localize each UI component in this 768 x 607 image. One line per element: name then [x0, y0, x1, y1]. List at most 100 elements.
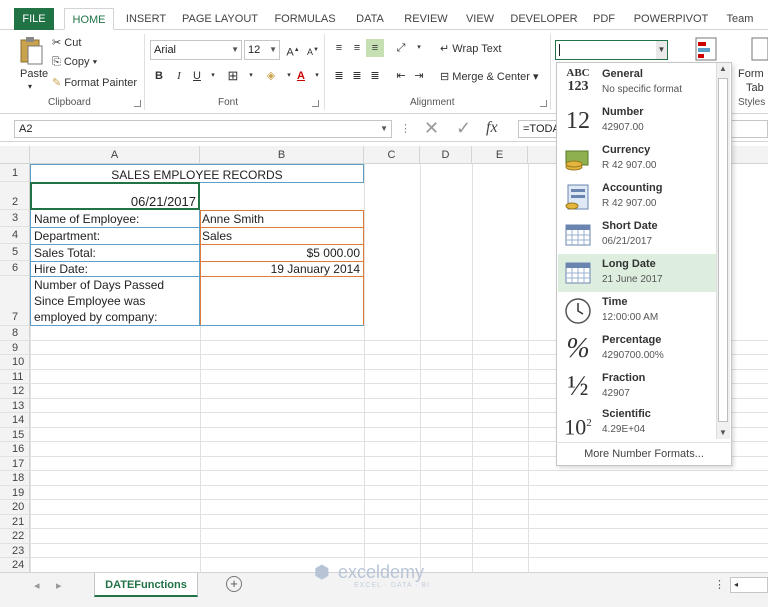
clipboard-launcher-icon[interactable]: [134, 100, 141, 107]
format-general[interactable]: ABC 123 General No specific format: [558, 64, 716, 102]
sheet-tab-datefunctions[interactable]: DATEFunctions: [94, 573, 198, 597]
format-long-date[interactable]: Long Date 21 June 2017: [558, 254, 716, 292]
row-header[interactable]: 12: [0, 384, 30, 399]
borders-icon[interactable]: ⊞: [224, 67, 242, 85]
cell-a4[interactable]: Department:: [32, 229, 198, 243]
name-box-chevron-icon[interactable]: ▼: [380, 121, 388, 137]
cell-a5[interactable]: Sales Total:: [32, 246, 198, 260]
row-header[interactable]: 21: [0, 514, 30, 529]
format-percentage[interactable]: % Percentage 4290700.00%: [558, 330, 716, 368]
format-button-partial[interactable]: Form: [738, 68, 764, 80]
row-header[interactable]: 23: [0, 543, 30, 558]
row-header[interactable]: 5: [0, 244, 30, 261]
underline-chevron-icon[interactable]: ▾: [204, 67, 222, 85]
scroll-down-icon[interactable]: ▼: [719, 428, 727, 437]
column-header-d[interactable]: D: [420, 146, 472, 164]
merge-center-button[interactable]: ⊟ Merge & Center ▾: [440, 70, 539, 83]
row-header[interactable]: 19: [0, 485, 30, 500]
row-header[interactable]: 17: [0, 456, 30, 471]
paste-chevron-icon[interactable]: ▾: [28, 82, 32, 91]
cell-a6[interactable]: Hire Date:: [32, 262, 198, 276]
tab-home[interactable]: HOME: [64, 8, 114, 30]
name-box[interactable]: A2 ▼: [14, 120, 392, 138]
row-header[interactable]: 9: [0, 340, 30, 355]
cell-b3[interactable]: Anne Smith: [200, 212, 364, 226]
row-header[interactable]: 15: [0, 427, 30, 442]
format-short-date[interactable]: Short Date 06/21/2017: [558, 216, 716, 254]
row-header[interactable]: 1: [0, 164, 30, 182]
prev-sheet-icon[interactable]: ◂: [34, 579, 40, 592]
copy-button[interactable]: ⎘ Copy ▾: [52, 56, 97, 69]
number-format-dropdown-button[interactable]: ▼: [656, 41, 667, 59]
font-launcher-icon[interactable]: [312, 100, 319, 107]
row-header[interactable]: 10: [0, 355, 30, 370]
column-header-a[interactable]: A: [30, 146, 200, 164]
cell-a7-line3[interactable]: employed by company:: [32, 310, 198, 324]
row-header[interactable]: 20: [0, 500, 30, 515]
cancel-icon[interactable]: ✕: [424, 118, 439, 139]
format-accounting[interactable]: Accounting R 42 907.00: [558, 178, 716, 216]
increase-font-icon[interactable]: A▲: [284, 41, 302, 59]
row-header[interactable]: 13: [0, 398, 30, 413]
tab-data[interactable]: DATA: [350, 8, 390, 30]
more-number-formats-link[interactable]: More Number Formats...: [556, 442, 732, 464]
cell-b5[interactable]: $5 000.00: [200, 246, 362, 260]
tab-file[interactable]: FILE: [14, 8, 54, 30]
paste-icon[interactable]: [18, 36, 44, 66]
insert-function-icon[interactable]: fx: [486, 119, 498, 137]
align-right-icon[interactable]: ≣: [366, 67, 384, 85]
decrease-indent-icon[interactable]: ⇤: [392, 67, 410, 85]
decrease-font-icon[interactable]: A▼: [304, 41, 322, 59]
column-header-e[interactable]: E: [472, 146, 528, 164]
cell-b4[interactable]: Sales: [200, 229, 364, 243]
tab-powerpivot[interactable]: POWERPIVOT: [632, 8, 710, 30]
tab-formulas[interactable]: FORMULAS: [272, 8, 338, 30]
scroll-up-icon[interactable]: ▲: [719, 64, 727, 73]
conditional-formatting-icon[interactable]: [694, 36, 718, 62]
borders-chevron-icon[interactable]: ▾: [242, 67, 260, 85]
row-header[interactable]: 3: [0, 210, 30, 227]
align-middle-icon[interactable]: ≡: [348, 39, 366, 57]
alignment-launcher-icon[interactable]: [540, 100, 547, 107]
font-size-select[interactable]: 12 ▼: [244, 40, 280, 60]
tab-review[interactable]: REVIEW: [400, 8, 452, 30]
format-as-table-icon[interactable]: [750, 36, 768, 62]
font-name-select[interactable]: Arial ▼: [150, 40, 242, 60]
orientation-chevron-icon[interactable]: ▾: [410, 39, 428, 57]
cut-button[interactable]: ✂ Cut: [52, 36, 81, 49]
tab-page-layout[interactable]: PAGE LAYOUT: [180, 8, 260, 30]
row-header[interactable]: 2: [0, 182, 30, 210]
row-header[interactable]: 16: [0, 442, 30, 457]
align-top-icon[interactable]: ≡: [330, 39, 348, 57]
orientation-icon[interactable]: ⤢: [392, 39, 410, 57]
table-button-partial[interactable]: Tab: [746, 82, 764, 94]
paste-button-label[interactable]: Paste: [20, 68, 48, 80]
tab-developer[interactable]: DEVELOPER: [510, 8, 578, 30]
italic-icon[interactable]: I: [170, 67, 188, 85]
column-header-b[interactable]: B: [200, 146, 364, 164]
tab-view[interactable]: VIEW: [462, 8, 498, 30]
format-currency[interactable]: Currency R 42 907.00: [558, 140, 716, 178]
row-header[interactable]: 8: [0, 326, 30, 341]
tab-team[interactable]: Team: [720, 8, 760, 30]
align-bottom-icon[interactable]: ≡: [366, 39, 384, 57]
format-time[interactable]: Time 12:00:00 AM: [558, 292, 716, 330]
row-header[interactable]: 4: [0, 227, 30, 244]
cell-b6[interactable]: 19 January 2014: [200, 262, 362, 276]
menu-scrollbar-thumb[interactable]: [718, 78, 728, 422]
format-scientific[interactable]: 102 Scientific 4.29E+04: [558, 404, 716, 442]
align-left-icon[interactable]: ≣: [330, 67, 348, 85]
cell-a3[interactable]: Name of Employee:: [32, 212, 198, 226]
enter-icon[interactable]: ✓: [456, 118, 471, 139]
row-header[interactable]: 24: [0, 558, 30, 573]
next-sheet-icon[interactable]: ▸: [56, 579, 62, 592]
new-sheet-icon[interactable]: +: [226, 576, 242, 592]
align-center-icon[interactable]: ≣: [348, 67, 366, 85]
cell-a7-line2[interactable]: Since Employee was: [32, 294, 198, 308]
row-header[interactable]: 7: [0, 276, 30, 326]
fill-color-icon[interactable]: ◈: [262, 67, 280, 85]
horizontal-scrollbar[interactable]: ◂: [730, 577, 768, 593]
cell-a2[interactable]: 06/21/2017: [30, 194, 198, 209]
wrap-text-button[interactable]: ↵ Wrap Text: [440, 42, 501, 55]
cell-a1[interactable]: SALES EMPLOYEE RECORDS: [30, 168, 364, 182]
